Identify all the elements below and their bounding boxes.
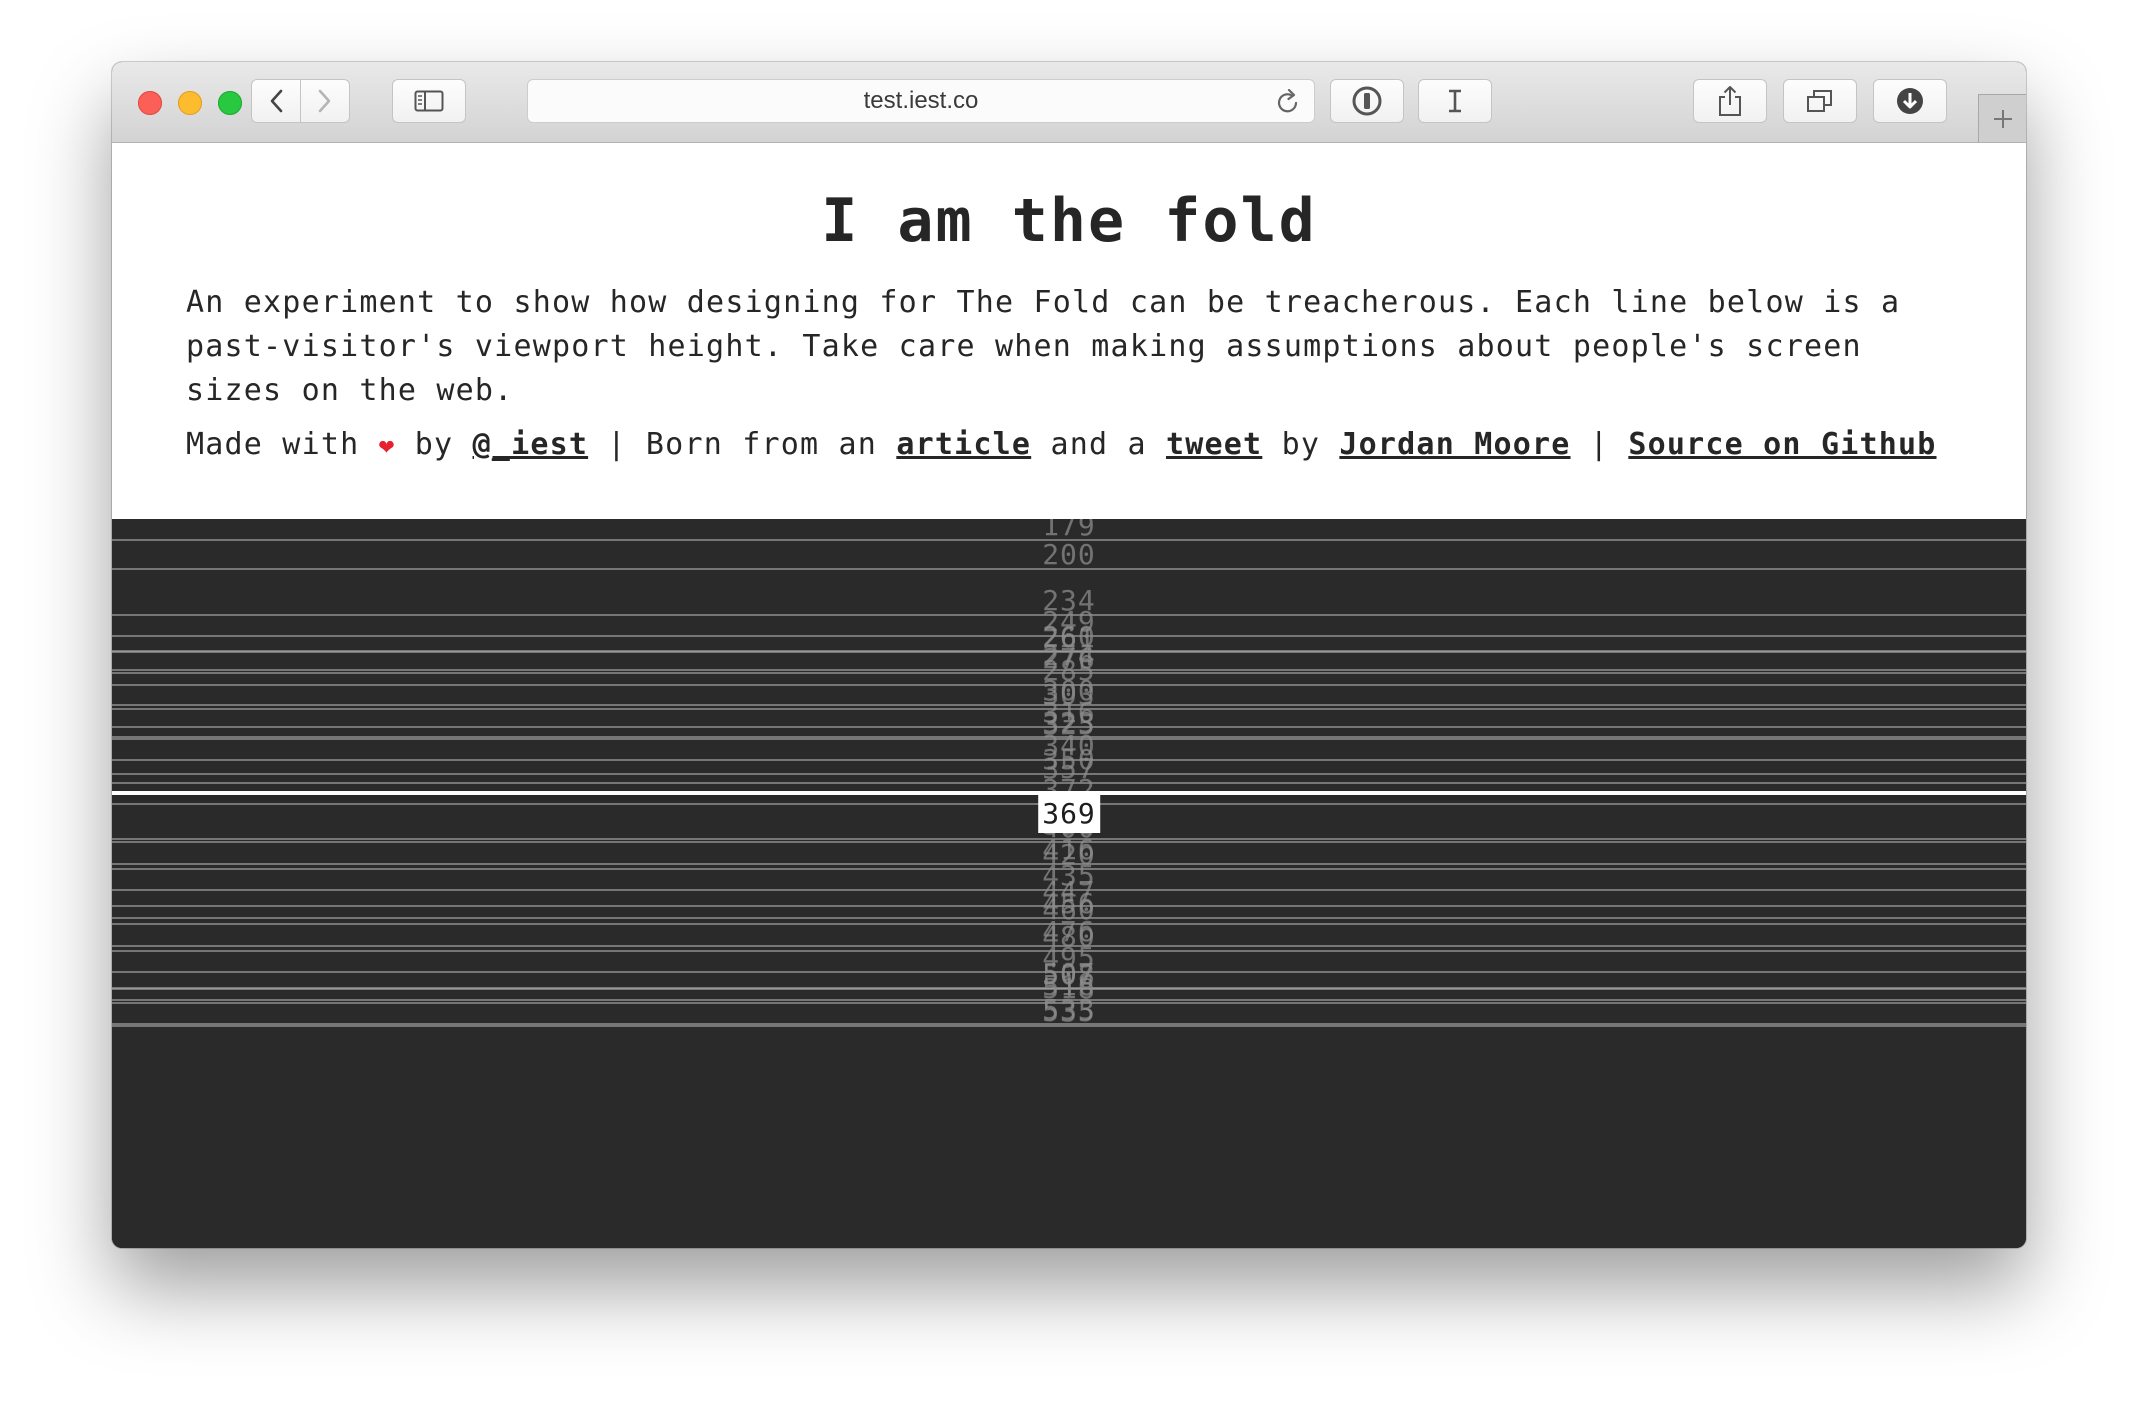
- jordan-moore-link[interactable]: Jordan Moore: [1339, 427, 1570, 462]
- separator: |: [607, 427, 627, 462]
- tabs-overview-button[interactable]: [1783, 79, 1857, 123]
- plus-icon: [1993, 109, 2012, 128]
- 1password-icon: [1352, 86, 1382, 116]
- github-source-link[interactable]: Source on Github: [1628, 427, 1936, 462]
- page-description: An experiment to show how designing for …: [186, 285, 1901, 408]
- sidebar-button[interactable]: [392, 79, 466, 123]
- sidebar-icon: [414, 90, 444, 112]
- heart-icon: ❤: [378, 431, 396, 461]
- minimize-window-button[interactable]: [178, 91, 202, 115]
- address-url: test.iest.co: [863, 87, 979, 114]
- by-text: by: [1281, 427, 1321, 462]
- born-text: Born from an: [645, 427, 878, 462]
- browser-toolbar: test.iest.co: [112, 62, 2026, 143]
- page-content: I am the fold An experiment to show how …: [112, 143, 2026, 519]
- share-button[interactable]: [1693, 79, 1767, 123]
- reader-button[interactable]: [1418, 79, 1492, 123]
- tweet-link[interactable]: tweet: [1166, 427, 1262, 462]
- address-bar[interactable]: test.iest.co: [527, 79, 1315, 123]
- download-icon: [1897, 88, 1923, 114]
- made-with-text: Made with: [186, 427, 360, 462]
- chevron-left-icon: [270, 89, 283, 113]
- browser-window: test.iest.co I am the fold An experiment…: [112, 62, 2026, 1248]
- and-a-text: and a: [1050, 427, 1147, 462]
- chevron-right-icon: [318, 89, 331, 113]
- separator: |: [1589, 427, 1610, 462]
- reload-icon[interactable]: [1276, 89, 1300, 115]
- by-text: by: [414, 427, 454, 462]
- zoom-window-button[interactable]: [218, 91, 242, 115]
- tabs-overview-icon: [1807, 90, 1832, 112]
- article-link[interactable]: article: [896, 427, 1031, 462]
- downloads-button[interactable]: [1873, 79, 1947, 123]
- viewport-height-label: 535: [1042, 995, 1096, 1029]
- close-window-button[interactable]: [138, 91, 162, 115]
- share-icon: [1719, 86, 1741, 116]
- back-button[interactable]: [251, 79, 301, 123]
- text-cursor-icon: [1449, 89, 1461, 113]
- viewport-height-label: 200: [1042, 537, 1096, 571]
- password-button[interactable]: [1330, 79, 1404, 123]
- author-link[interactable]: @_iest: [473, 427, 589, 462]
- current-viewport-label: 369: [1038, 794, 1100, 833]
- page-title: I am the fold: [821, 186, 1317, 256]
- credits-line: Made with ❤ by @_iest | Born from an art…: [186, 423, 1986, 468]
- forward-button[interactable]: [300, 79, 350, 123]
- new-tab-button[interactable]: [1978, 94, 2026, 142]
- viewport-heights-area: 179 200 234 249 260 261 274 276 285 300 303 316 323 3…: [112, 519, 2026, 1248]
